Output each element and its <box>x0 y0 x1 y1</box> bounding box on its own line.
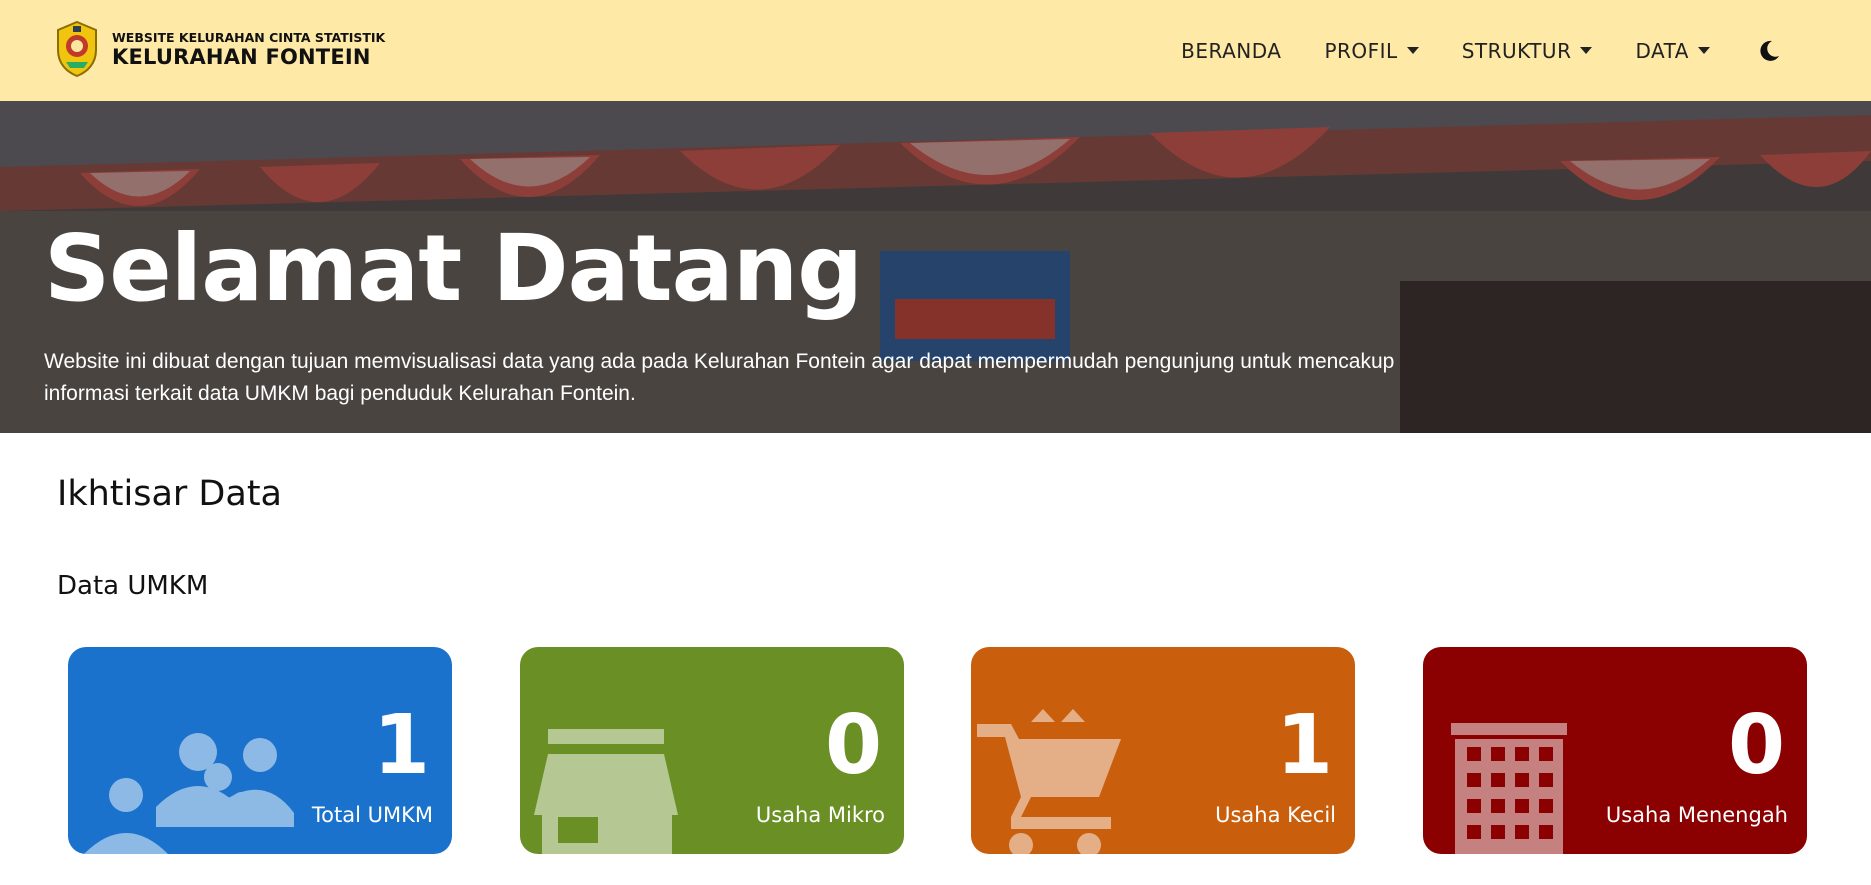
card-usaha-mikro[interactable]: 0 Usaha Mikro <box>520 647 904 854</box>
main-nav: BERANDA PROFIL STRUKTUR DATA <box>1181 0 1871 101</box>
nav-data-dropdown[interactable]: DATA <box>1635 39 1710 63</box>
nav-beranda[interactable]: BERANDA <box>1181 39 1281 63</box>
section-title: Ikhtisar Data <box>57 474 282 514</box>
brand-subtitle: WEBSITE KELURAHAN CINTA STATISTIK <box>112 29 386 45</box>
nav-data-label: DATA <box>1635 38 1689 63</box>
nav-beranda-label: BERANDA <box>1181 38 1282 63</box>
hero-title: Selamat Datang <box>44 215 863 322</box>
caret-down-icon <box>1698 47 1710 54</box>
card-usaha-menengah[interactable]: 0 Usaha Menengah <box>1423 647 1807 854</box>
nav-struktur-dropdown[interactable]: STRUKTUR <box>1462 39 1593 63</box>
card-total-umkm[interactable]: 1 Total UMKM <box>68 647 452 854</box>
hero-description: Website ini dibuat dengan tujuan memvisu… <box>44 350 1395 405</box>
card-label: Usaha Kecil <box>1215 803 1336 827</box>
card-usaha-kecil[interactable]: 1 Usaha Kecil <box>971 647 1355 854</box>
brand[interactable]: WEBSITE KELURAHAN CINTA STATISTIK KELURA… <box>54 20 385 78</box>
card-value: 1 <box>372 698 430 793</box>
card-value: 0 <box>1727 698 1785 793</box>
brand-title: KELURAHAN FONTEIN <box>112 44 371 69</box>
nav-struktur-label: STRUKTUR <box>1461 38 1572 63</box>
card-label: Total UMKM <box>311 803 433 827</box>
navbar: WEBSITE KELURAHAN CINTA STATISTIK KELURA… <box>0 0 1871 101</box>
card-value: 1 <box>1275 698 1333 793</box>
card-label: Usaha Mikro <box>755 803 885 827</box>
card-value: 0 <box>824 698 882 793</box>
caret-down-icon <box>1406 47 1419 54</box>
nav-profil-dropdown[interactable]: PROFIL <box>1324 38 1419 63</box>
subsection-title: Data UMKM <box>57 571 209 601</box>
kelurahan-emblem-icon <box>57 20 97 78</box>
hero-banner: Selamat Datang Website ini dibuat dengan… <box>0 101 1871 433</box>
nav-profil-label: PROFIL <box>1324 38 1398 63</box>
caret-down-icon <box>1580 47 1593 54</box>
card-label: Usaha Menengah <box>1605 803 1788 827</box>
moon-icon[interactable] <box>1757 39 1781 63</box>
